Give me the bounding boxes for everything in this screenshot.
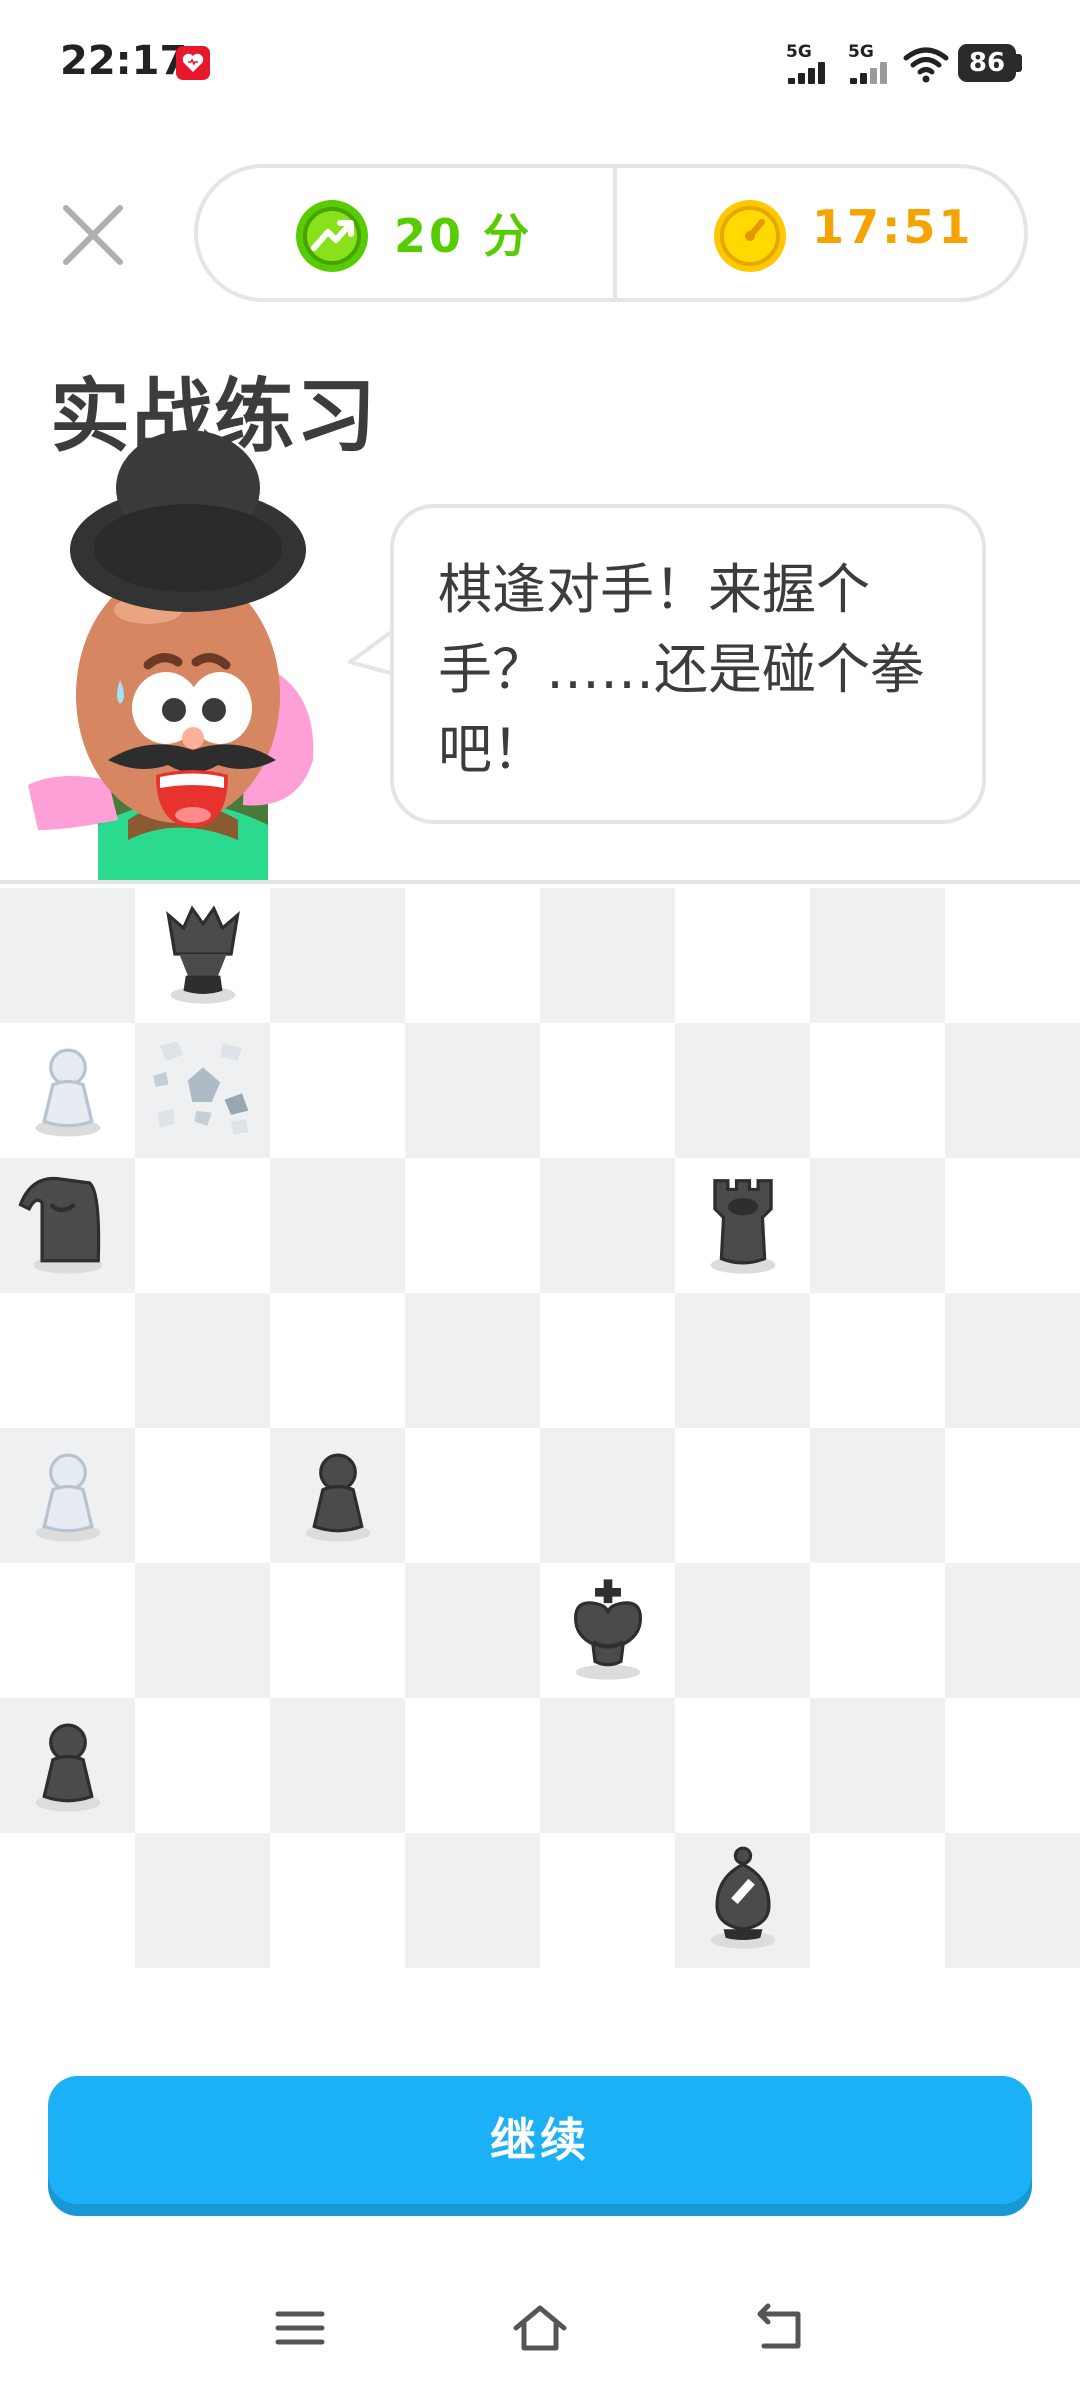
shattered-white-piece[interactable] (149, 1035, 257, 1143)
board-square[interactable] (135, 1428, 270, 1563)
board-square[interactable] (0, 1293, 135, 1428)
board-square[interactable] (540, 1293, 675, 1428)
board-square[interactable] (675, 1023, 810, 1158)
board-square[interactable] (810, 1833, 945, 1968)
black-queen-piece[interactable] (149, 900, 257, 1008)
board-square[interactable] (0, 1563, 135, 1698)
black-bishop-piece[interactable] (689, 1845, 797, 1953)
board-square[interactable] (540, 1158, 675, 1293)
board-square[interactable] (675, 1428, 810, 1563)
board-square[interactable] (540, 888, 675, 1023)
board-square[interactable] (675, 1293, 810, 1428)
board-square[interactable] (540, 1023, 675, 1158)
board-square[interactable] (810, 1023, 945, 1158)
board-square[interactable] (675, 888, 810, 1023)
board-square[interactable] (945, 888, 1080, 1023)
lesson-stats-bar: 20 分 17:51 (194, 164, 1028, 302)
board-square[interactable] (405, 888, 540, 1023)
board-square[interactable] (675, 1698, 810, 1833)
board-square[interactable] (405, 1833, 540, 1968)
board-square[interactable] (540, 1833, 675, 1968)
speech-text: 棋逢对手！来握个手？……还是碰个拳吧！ (438, 558, 924, 781)
board-square[interactable] (945, 1563, 1080, 1698)
board-square[interactable] (270, 1698, 405, 1833)
board-square[interactable] (0, 1833, 135, 1968)
score-value: 20 分 (394, 209, 533, 263)
speech-bubble-tail (348, 628, 396, 678)
white-pawn-piece[interactable] (14, 1035, 122, 1143)
status-time: 22:17 (60, 38, 188, 84)
board-square[interactable] (405, 1563, 540, 1698)
board-square[interactable] (270, 1293, 405, 1428)
speech-bubble: 棋逢对手！来握个手？……还是碰个拳吧！ (390, 504, 986, 824)
board-square[interactable] (540, 1428, 675, 1563)
board-square[interactable] (270, 1833, 405, 1968)
board-square[interactable] (810, 1158, 945, 1293)
white-pawn-piece[interactable] (14, 1440, 122, 1548)
board-square[interactable] (135, 1293, 270, 1428)
close-button[interactable] (58, 200, 128, 270)
board-square[interactable] (135, 1158, 270, 1293)
black-rook-piece[interactable] (689, 1170, 797, 1278)
board-square[interactable] (135, 1833, 270, 1968)
close-icon (63, 205, 123, 265)
board-square[interactable] (270, 1563, 405, 1698)
chess-board[interactable] (0, 880, 1080, 1988)
board-square[interactable] (405, 1158, 540, 1293)
mustache-coach-character (28, 430, 314, 880)
board-square[interactable] (810, 1293, 945, 1428)
board-square[interactable] (945, 1023, 1080, 1158)
black-king-piece[interactable] (554, 1575, 662, 1683)
status-bar: 22:17 5G 5G 86 (0, 0, 1080, 130)
board-square[interactable] (945, 1698, 1080, 1833)
board-square[interactable] (945, 1428, 1080, 1563)
board-square[interactable] (135, 1563, 270, 1698)
board-square[interactable] (405, 1023, 540, 1158)
timer-icon (714, 200, 786, 272)
black-knight-piece[interactable] (14, 1170, 122, 1278)
board-square[interactable] (810, 1698, 945, 1833)
board-square[interactable] (810, 1563, 945, 1698)
battery-indicator: 86 (958, 44, 1016, 82)
wifi-icon (903, 47, 949, 83)
board-square[interactable] (270, 1158, 405, 1293)
board-square[interactable] (945, 1293, 1080, 1428)
continue-button[interactable]: 继续 (48, 2076, 1032, 2204)
board-square[interactable] (810, 888, 945, 1023)
board-square[interactable] (135, 1698, 270, 1833)
back-icon[interactable] (752, 2300, 808, 2356)
board-square[interactable] (945, 1158, 1080, 1293)
board-square[interactable] (675, 1563, 810, 1698)
stats-divider (613, 168, 617, 298)
board-square[interactable] (540, 1698, 675, 1833)
home-icon[interactable] (510, 2300, 570, 2356)
board-square[interactable] (405, 1428, 540, 1563)
board-square[interactable] (270, 888, 405, 1023)
board-square[interactable] (270, 1023, 405, 1158)
board-square[interactable] (945, 1833, 1080, 1968)
board-square[interactable] (810, 1428, 945, 1563)
trend-up-icon (296, 200, 368, 272)
battery-tip (1016, 54, 1022, 72)
timer-value: 17:51 (812, 200, 974, 254)
board-square[interactable] (405, 1293, 540, 1428)
board-square[interactable] (405, 1698, 540, 1833)
heart-app-icon (176, 46, 210, 80)
menu-icon[interactable] (272, 2300, 328, 2356)
black-pawn-piece[interactable] (284, 1440, 392, 1548)
board-square[interactable] (0, 888, 135, 1023)
black-pawn-piece[interactable] (14, 1710, 122, 1818)
